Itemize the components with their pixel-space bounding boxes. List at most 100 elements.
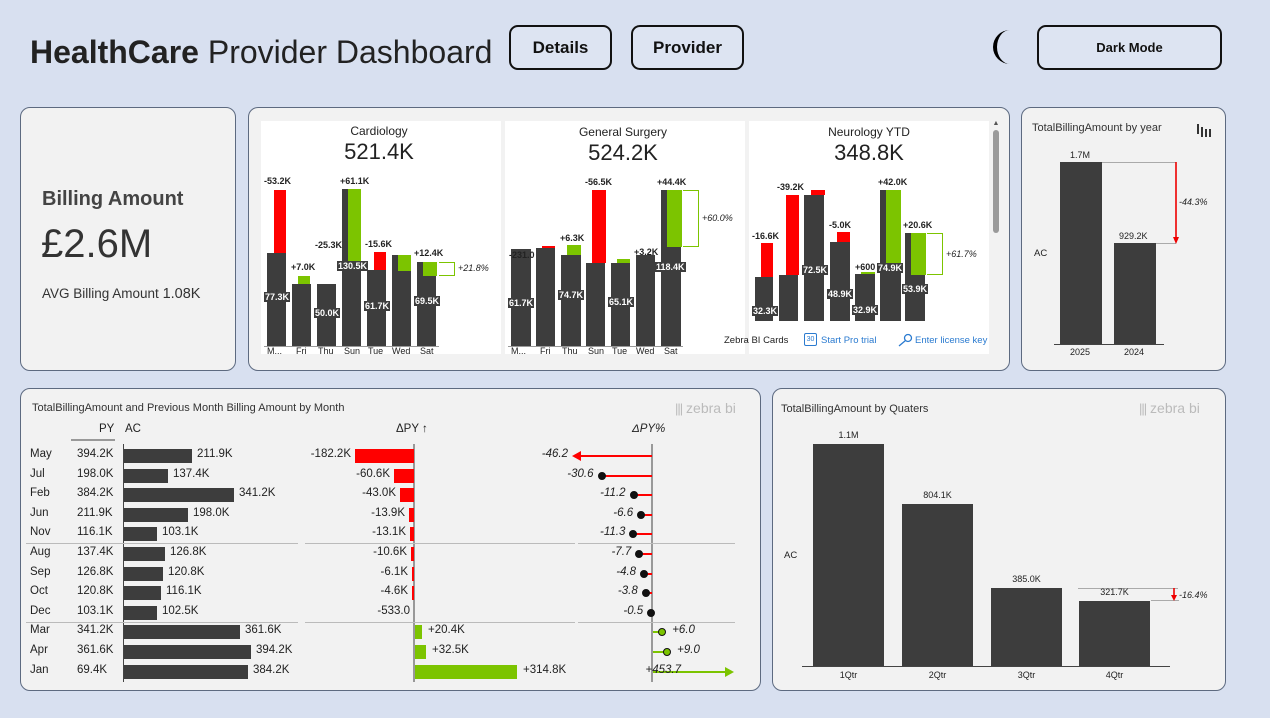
ac-value-label: 120.8K [168,565,205,578]
delta-label: -16.6K [752,231,780,241]
bar-label: 61.7K [364,301,391,311]
scrollbar-thumb[interactable] [993,130,999,233]
delta-label: +61.1K [340,176,370,186]
start-trial-link[interactable]: Start Pro trial [821,335,876,346]
ac-value-label: 102.5K [162,604,199,617]
cards-scrollbar[interactable]: ▲ [992,120,1000,354]
bar-1 [779,275,798,321]
bar-label: 53.9K [902,284,929,294]
year-chart-panel: TotalBillingAmount by year AC 1.7M 929.2… [1021,107,1226,371]
bar-value-label: 385.0K [1012,574,1041,584]
dpy-value-label: -4.6K [380,585,409,598]
bar-label: 77.3K [264,292,291,302]
dpct-dot [641,589,650,598]
category-label: M... [511,346,526,356]
table-row-month: Aug [30,546,51,558]
bar-5 [636,255,655,346]
delta-1 [786,195,799,275]
category-label: 2Qtr [928,670,947,680]
bar-2 [804,195,824,321]
scroll-up-icon[interactable]: ▲ [992,120,1000,128]
dpct-value-label: -6.6 [613,506,634,519]
dpy-value-label: -533.0 [377,604,410,617]
variance-pct: +60.0% [702,213,733,223]
bar-value-label: 321.7K [1100,587,1129,597]
dark-mode-button[interactable]: Dark Mode [1037,25,1222,70]
category-label: Wed [392,346,411,356]
kpi-value: £2.6M [41,222,153,266]
table-row-py: 103.1K [77,604,114,617]
delta-label: -5.0K [829,220,852,230]
dpy-value-label: -6.1K [380,565,409,578]
dpy-value-label: +32.5K [432,644,469,656]
ac-value-label: 384.2K [253,663,290,676]
table-row-month: Dec [30,604,51,617]
dpct-value-label: -46.2 [541,448,568,460]
card-title: Neurology YTD [828,125,910,139]
quarter-bar [813,444,884,666]
bar-label: 130.5K [337,261,369,271]
table-row-month: Feb [30,487,50,500]
quarter-bar [902,504,973,666]
bar-label: 32.9K [852,305,879,315]
dpy-value-label: +314.8K [523,663,567,676]
bar-label: 118.4K [655,262,686,272]
zebra-cards-brand: Zebra BI Cards [724,335,789,346]
bar-label: 72.5K [802,265,829,275]
license-key-link[interactable]: Enter license key [915,335,987,346]
dpct-dot [647,608,656,617]
category-label: 2025 [1070,347,1091,357]
dpy-bar [412,586,414,601]
category-label: Thu [318,346,334,356]
ac-value-label: 198.0K [193,506,230,519]
provider-button[interactable]: Provider [631,25,744,70]
delta-5 [886,190,901,272]
delta-0 [761,243,773,277]
axis-line [802,666,1170,667]
category-label: Thu [562,346,578,356]
details-button[interactable]: Details [509,25,612,70]
category-label: 1Qtr [839,670,858,680]
dpy-bar [415,664,517,679]
delta-1 [542,246,555,248]
delta-label: -56.5K [585,177,613,187]
table-row-py: 137.4K [77,546,114,558]
kpi-avg: AVG Billing Amount 1.08K [42,286,201,302]
bar-2 [561,255,581,346]
dpct-value-label: -30.6 [567,467,594,480]
dpct-dot [635,550,644,558]
ac-value-label: 116.1K [166,585,202,598]
bar-label: 69.5K [414,296,441,306]
ac-value-label: 394.2K [256,644,293,656]
ac-bar [124,547,165,561]
bar-label: 32.3K [752,306,779,316]
dpct-value-label: +6.0 [672,624,695,637]
ac-value-label: 137.4K [173,467,210,480]
moon-icon[interactable] [984,28,1022,66]
delta-6 [667,190,682,247]
dpct-dot [629,491,638,500]
ac-bar [124,566,163,581]
variance-arrow [439,262,455,276]
delta-3 [837,232,850,242]
ac-bar [124,625,240,640]
card-neurology: Neurology YTD 348.8K +61.7% -16.6K -39.2… [724,121,989,354]
delta-2 [811,190,825,195]
delta-6 [911,233,926,275]
bar-value-label: 929.2K [1119,231,1148,241]
category-label: Sat [420,346,434,356]
dpy-value-label: -43.0K [362,487,396,500]
table-row-py: 384.2K [77,487,114,500]
dpy-value-label: -10.6K [373,546,407,558]
dpy-bar [411,547,414,561]
bar-label: 48.9K [827,289,854,299]
key-icon [897,333,913,347]
quarter-bar [1079,601,1150,666]
delta-2 [567,245,581,255]
table-row-month: Jan [30,663,49,676]
table-row-py: 198.0K [77,467,114,480]
dpy-value-label: -13.1K [372,526,406,539]
card-general-surgery: General Surgery 524.2K +60.0% -231.0 +6.… [505,121,745,356]
bar-2024 [1114,243,1156,344]
dpy-bar [409,507,414,522]
